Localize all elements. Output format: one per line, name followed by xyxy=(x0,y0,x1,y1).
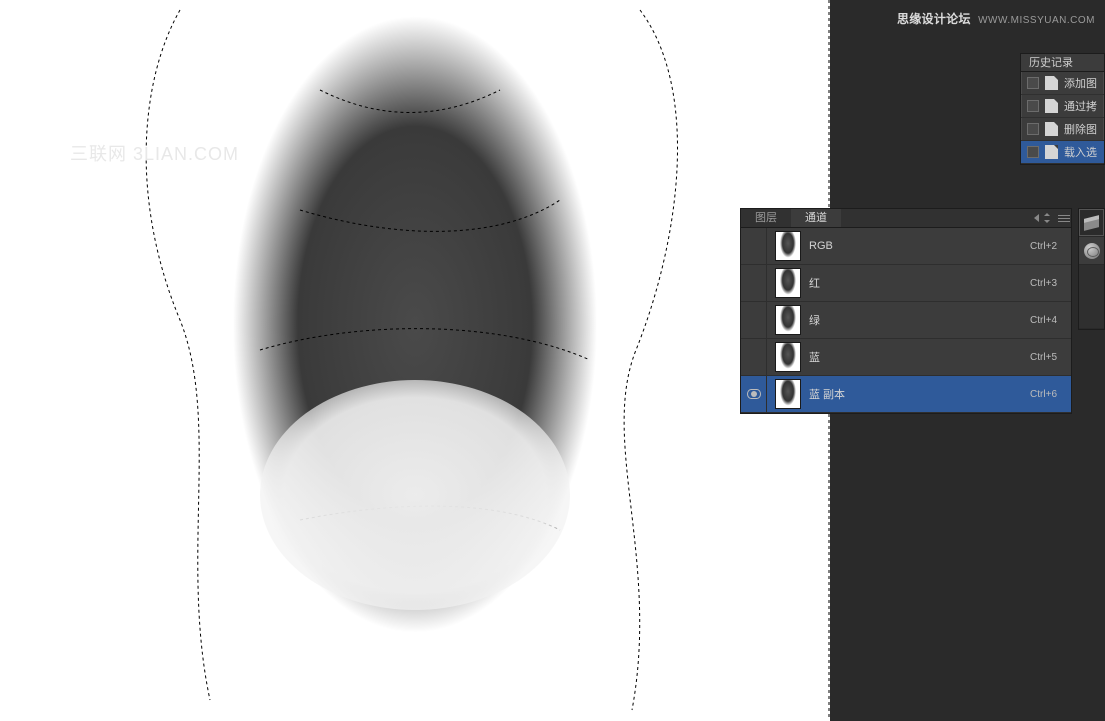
history-item[interactable]: 添加图 xyxy=(1021,72,1104,95)
history-item-label: 删除图 xyxy=(1064,121,1097,137)
channel-shortcut: Ctrl+6 xyxy=(1030,389,1065,400)
channel-row[interactable]: RGB Ctrl+2 xyxy=(741,228,1071,265)
channel-shortcut: Ctrl+5 xyxy=(1030,352,1065,363)
3d-dock-icon[interactable] xyxy=(1079,237,1104,265)
tab-layers[interactable]: 图层 xyxy=(741,209,791,227)
panel-expand-toggle[interactable] xyxy=(1043,209,1057,227)
channel-name: 蓝 副本 xyxy=(809,386,1030,402)
tab-channels[interactable]: 通道 xyxy=(791,209,841,227)
channel-name: 红 xyxy=(809,275,1030,291)
dock-empty xyxy=(1079,265,1104,329)
history-state-box-icon xyxy=(1027,77,1039,89)
channel-thumbnail xyxy=(775,268,801,298)
channels-panel[interactable]: 图层 通道 RGB Ctrl+2 红 Ctrl+3 绿 Ctrl+4 蓝 Ctr… xyxy=(740,208,1072,414)
channel-shortcut: Ctrl+3 xyxy=(1030,278,1065,289)
document-icon xyxy=(1045,99,1058,113)
panel-tab-bar: 图层 通道 xyxy=(741,209,1071,228)
channel-name: RGB xyxy=(809,240,1030,252)
history-state-box-icon xyxy=(1027,100,1039,112)
watermark-top: 思缘设计论坛 WWW.MISSYUAN.COM xyxy=(897,10,1095,27)
panel-menu-button[interactable] xyxy=(1057,209,1071,227)
channel-row[interactable]: 红 Ctrl+3 xyxy=(741,265,1071,302)
channel-shortcut: Ctrl+4 xyxy=(1030,315,1065,326)
document-icon xyxy=(1045,76,1058,90)
visibility-toggle[interactable] xyxy=(741,376,767,412)
visibility-toggle[interactable] xyxy=(741,302,767,338)
layers-icon xyxy=(1084,217,1099,229)
channel-row[interactable]: 绿 Ctrl+4 xyxy=(741,302,1071,339)
history-item-label: 通过拷 xyxy=(1064,98,1097,114)
document-icon xyxy=(1045,145,1058,159)
channel-thumbnail xyxy=(775,379,801,409)
document-canvas[interactable]: 三联网 3LIAN.COM xyxy=(0,0,830,721)
history-item[interactable]: 删除图 xyxy=(1021,118,1104,141)
history-item-label: 添加图 xyxy=(1064,75,1097,91)
visibility-toggle[interactable] xyxy=(741,265,767,301)
history-item-label: 载入选 xyxy=(1064,144,1097,160)
channel-name: 蓝 xyxy=(809,349,1030,365)
history-state-box-icon xyxy=(1027,146,1039,158)
channel-thumbnail xyxy=(775,305,801,335)
globe-icon xyxy=(1084,243,1100,259)
visibility-toggle[interactable] xyxy=(741,339,767,375)
history-item[interactable]: 通过拷 xyxy=(1021,95,1104,118)
history-item[interactable]: 载入选 xyxy=(1021,141,1104,164)
layers-dock-icon[interactable] xyxy=(1079,209,1104,237)
watermark-left: 三联网 3LIAN.COM xyxy=(70,140,239,166)
panel-collapse-button[interactable] xyxy=(1029,209,1043,227)
channel-thumbnail xyxy=(775,342,801,372)
watermark-top-url: WWW.MISSYUAN.COM xyxy=(978,15,1095,26)
eye-icon xyxy=(747,389,761,399)
channel-shortcut: Ctrl+2 xyxy=(1030,241,1065,252)
channel-name: 绿 xyxy=(809,312,1030,328)
history-state-box-icon xyxy=(1027,123,1039,135)
channel-thumbnail xyxy=(775,231,801,261)
channel-row[interactable]: 蓝 Ctrl+5 xyxy=(741,339,1071,376)
channel-row[interactable]: 蓝 副本 Ctrl+6 xyxy=(741,376,1071,413)
marching-ants-selection xyxy=(0,0,830,721)
panel-dock xyxy=(1078,208,1105,330)
document-icon xyxy=(1045,122,1058,136)
watermark-top-title: 思缘设计论坛 xyxy=(897,12,971,26)
visibility-toggle[interactable] xyxy=(741,228,767,264)
canvas-image-placeholder xyxy=(0,0,830,721)
history-panel[interactable]: 历史记录 添加图 通过拷 删除图 载入选 xyxy=(1020,53,1105,165)
history-panel-title[interactable]: 历史记录 xyxy=(1021,54,1104,72)
